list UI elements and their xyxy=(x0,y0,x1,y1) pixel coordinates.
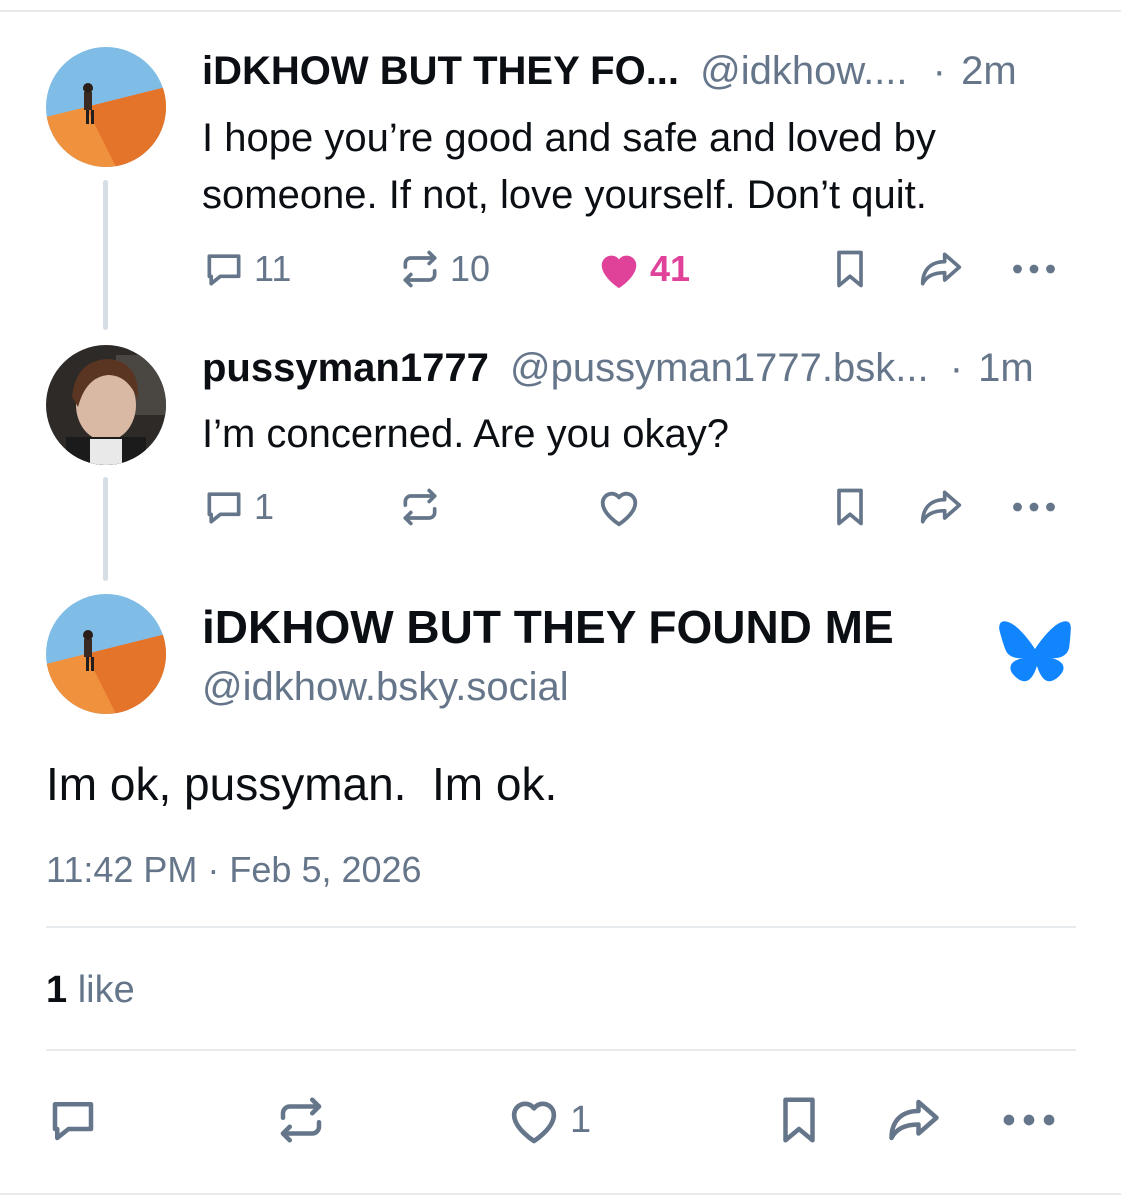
bookmark-icon xyxy=(783,1097,815,1143)
post-2-display-name[interactable]: pussyman1777 xyxy=(202,346,489,390)
bookmark-button[interactable] xyxy=(828,482,872,532)
like-button[interactable] xyxy=(596,482,650,532)
bookmark-icon xyxy=(837,488,863,526)
likes-summary[interactable]: 1 like xyxy=(46,966,135,1014)
more-dots-icon xyxy=(1013,502,1055,512)
post-1-display-name[interactable]: iDKHOW BUT THEY FO... xyxy=(202,49,679,93)
reply-count: 1 xyxy=(254,486,275,527)
main-post-text: Im ok, pussyman. Im ok. xyxy=(46,758,558,810)
main-post-display-name[interactable]: iDKHOW BUT THEY FOUND ME xyxy=(202,600,894,654)
likes-summary-label: like xyxy=(77,969,135,1011)
main-post-handle[interactable]: @idkhow.bsky.social xyxy=(202,662,569,712)
bookmark-icon xyxy=(837,250,863,288)
post-1-separator: · xyxy=(932,49,946,93)
divider xyxy=(46,1049,1076,1051)
like-count: 1 xyxy=(570,1098,592,1141)
reply-count: 11 xyxy=(254,248,292,289)
repost-button[interactable] xyxy=(398,482,450,532)
post-2-header: pussyman1777 @pussyman1777.bsk... · 1m xyxy=(202,344,1034,392)
repost-button[interactable]: 10 xyxy=(398,244,490,294)
post-2-handle[interactable]: @pussyman1777.bsk... xyxy=(510,346,929,390)
reply-bubble-icon xyxy=(207,492,241,524)
avatar-idkhow-main[interactable] xyxy=(46,594,166,714)
post-1-header: iDKHOW BUT THEY FO... @idkhow.... · 2m xyxy=(202,47,1017,95)
post-1-actions: 11 10 41 xyxy=(0,244,1121,294)
heart-icon xyxy=(601,255,637,289)
more-button[interactable] xyxy=(1010,244,1058,294)
heart-icon xyxy=(600,491,638,527)
bookmark-button[interactable] xyxy=(772,1090,826,1150)
more-dots-icon xyxy=(1003,1114,1055,1126)
avatar-idkhow[interactable] xyxy=(46,47,166,167)
repost-count: 10 xyxy=(450,248,491,289)
main-post-actions: 1 xyxy=(0,1090,1121,1150)
heart-icon xyxy=(511,1101,557,1144)
main-post-timestamp: 11:42 PM · Feb 5, 2026 xyxy=(46,849,422,890)
share-arrow-icon xyxy=(889,1099,939,1141)
repost-button[interactable] xyxy=(274,1090,328,1150)
like-count: 41 xyxy=(650,248,691,289)
avatar-pussyman1777[interactable] xyxy=(46,345,166,465)
bottom-divider xyxy=(0,1193,1121,1195)
repost-icon xyxy=(280,1097,322,1143)
reply-bubble-icon xyxy=(52,1102,94,1141)
post-2-time[interactable]: 1m xyxy=(978,346,1034,390)
post-1-time[interactable]: 2m xyxy=(961,49,1017,93)
bluesky-butterfly-icon xyxy=(998,620,1072,686)
reply-button[interactable]: 1 xyxy=(202,482,274,532)
post-2-separator: · xyxy=(949,346,964,390)
reply-button[interactable] xyxy=(46,1090,100,1150)
repost-icon xyxy=(403,488,437,526)
reply-bubble-icon xyxy=(207,254,241,286)
top-divider xyxy=(0,10,1121,12)
reply-button[interactable]: 11 xyxy=(202,244,291,294)
more-dots-icon xyxy=(1013,264,1055,274)
share-arrow-icon xyxy=(920,490,962,524)
post-1-handle[interactable]: @idkhow.... xyxy=(700,49,907,93)
post-2-actions: 1 xyxy=(0,482,1121,532)
like-button[interactable]: 41 xyxy=(596,244,690,294)
more-button[interactable] xyxy=(1000,1090,1058,1150)
more-button[interactable] xyxy=(1010,482,1058,532)
divider xyxy=(46,926,1076,928)
bookmark-button[interactable] xyxy=(828,244,872,294)
post-1-text: I hope you’re good and safe and loved by… xyxy=(202,116,936,217)
share-arrow-icon xyxy=(920,252,962,286)
repost-icon xyxy=(403,250,437,288)
share-button[interactable] xyxy=(916,244,966,294)
share-button[interactable] xyxy=(916,482,966,532)
post-2-text: I’m concerned. Are you okay? xyxy=(202,412,729,456)
share-button[interactable] xyxy=(884,1090,944,1150)
like-button[interactable]: 1 xyxy=(506,1090,591,1150)
likes-summary-count: 1 xyxy=(46,969,68,1011)
